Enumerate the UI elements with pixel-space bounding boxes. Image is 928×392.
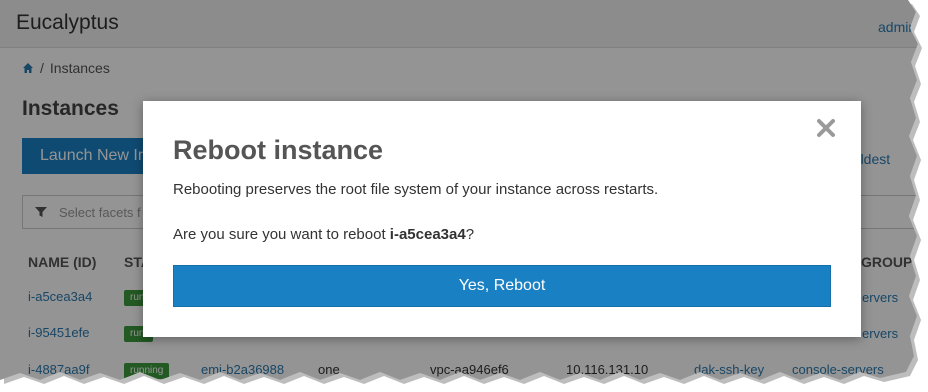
- dialog-description: Rebooting preserves the root file system…: [173, 181, 659, 198]
- dialog-title: Reboot instance: [173, 135, 384, 165]
- question-prefix: Are you sure you want to reboot: [173, 226, 390, 243]
- dialog-question: Are you sure you want to reboot i-a5cea3…: [173, 226, 474, 243]
- close-icon[interactable]: [815, 117, 837, 139]
- screenshot-area: Eucalyptus admin / Instances Instances L…: [0, 0, 918, 380]
- question-suffix: ?: [465, 226, 475, 243]
- question-instance-id: i-a5cea3a4: [389, 226, 466, 243]
- yes-reboot-button[interactable]: Yes, Reboot: [173, 265, 831, 307]
- reboot-instance-dialog: Reboot instance Rebooting preserves the …: [143, 101, 861, 337]
